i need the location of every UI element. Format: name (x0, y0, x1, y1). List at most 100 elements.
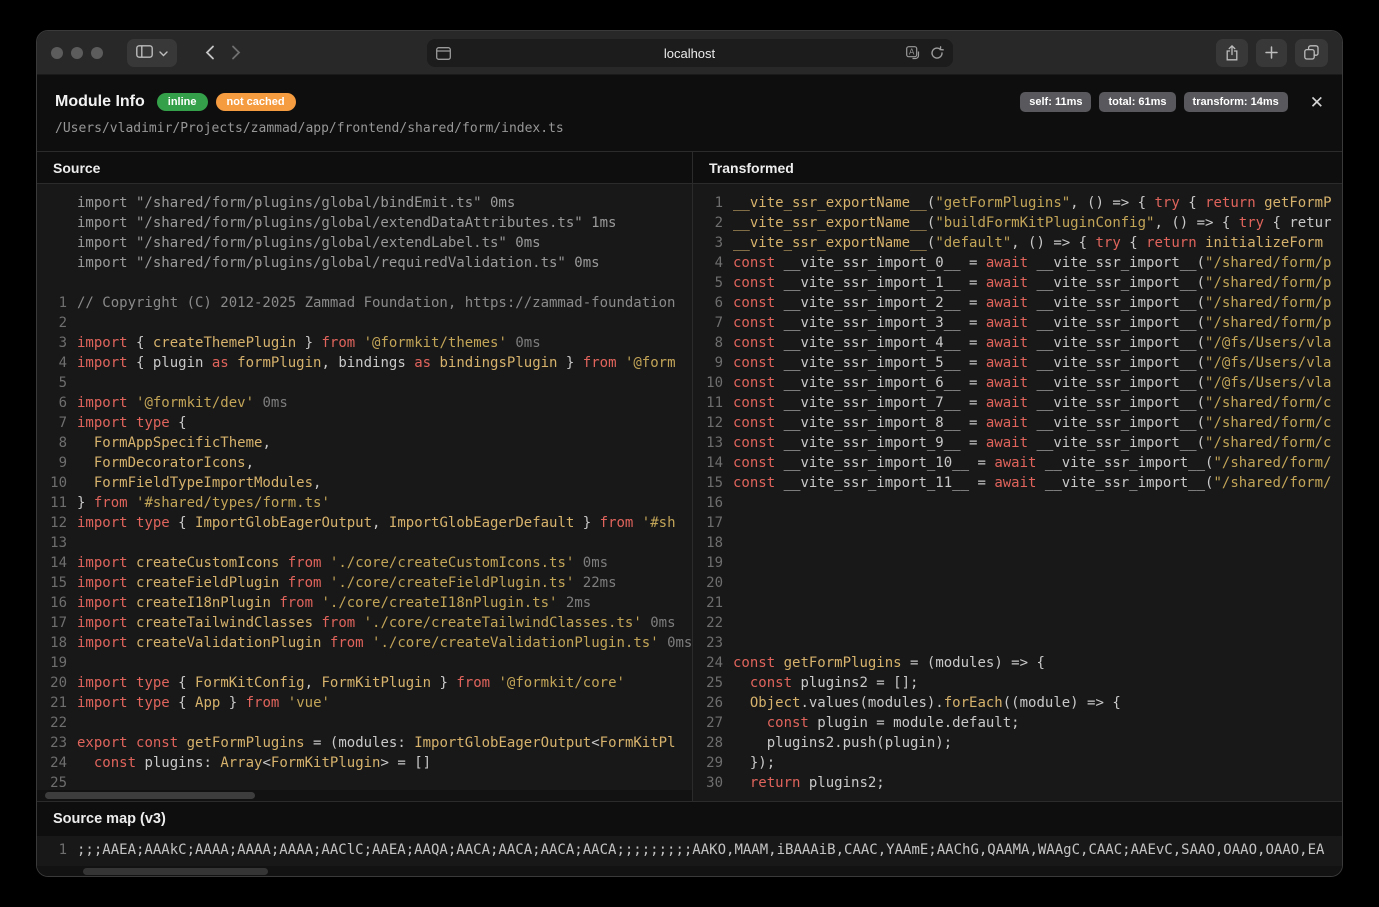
line-number: 14 (693, 453, 723, 473)
code-text: FormAppSpecificTheme, (67, 433, 271, 453)
line-number: 6 (37, 393, 67, 413)
code-text: __vite_ssr_exportName__("buildFormKitPlu… (723, 213, 1332, 233)
line-number: 10 (37, 473, 67, 493)
code-line: 14const __vite_ssr_import_10__ = await _… (693, 453, 1342, 473)
code-text: import createCustomIcons from './core/cr… (67, 553, 608, 573)
code-text: import "/shared/form/plugins/global/bind… (67, 193, 515, 213)
source-code[interactable]: import "/shared/form/plugins/global/bind… (37, 184, 692, 790)
timing-badges: self: 11ms total: 61ms transform: 14ms ✕ (1020, 92, 1324, 112)
line-number: 12 (693, 413, 723, 433)
code-text: import { createThemePlugin } from '@form… (67, 333, 541, 353)
sidebar-toggle-button[interactable] (127, 39, 177, 67)
close-window-button[interactable] (51, 47, 63, 59)
sidebar-icon (136, 45, 153, 61)
code-text: const __vite_ssr_import_5__ = await __vi… (723, 353, 1331, 373)
transformed-panel-title: Transformed (693, 152, 1342, 184)
forward-button[interactable] (231, 45, 241, 60)
sourcemap-horizontal-scrollbar[interactable] (37, 866, 1342, 877)
share-button[interactable] (1216, 39, 1248, 67)
code-text: import "/shared/form/plugins/global/exte… (67, 213, 616, 233)
code-line: 5const __vite_ssr_import_1__ = await __v… (693, 273, 1342, 293)
line-number: 18 (693, 533, 723, 553)
module-info-header: Module Info inline not cached self: 11ms… (37, 75, 1342, 112)
code-line: 16 (693, 493, 1342, 513)
code-text: const __vite_ssr_import_0__ = await __vi… (723, 253, 1331, 273)
code-text: import type { (67, 413, 187, 433)
line-number (37, 253, 67, 273)
code-line: 2 (37, 313, 692, 333)
minimize-window-button[interactable] (71, 47, 83, 59)
code-text: import createValidationPlugin from './co… (67, 633, 692, 653)
code-line: 7const __vite_ssr_import_3__ = await __v… (693, 313, 1342, 333)
reader-icon[interactable] (436, 47, 451, 60)
code-text (723, 513, 733, 533)
code-text: __vite_ssr_exportName__("default", () =>… (723, 233, 1323, 253)
reload-icon[interactable] (930, 46, 944, 60)
code-text: ;;;AAEA;AAAkC;AAAA;AAAA;AAAA;AAClC;AAEA;… (67, 840, 1324, 860)
code-line: 16import createI18nPlugin from './core/c… (37, 593, 692, 613)
line-number: 13 (37, 533, 67, 553)
line-number: 5 (693, 273, 723, 293)
line-number: 16 (693, 493, 723, 513)
address-bar[interactable]: localhost A (427, 39, 953, 67)
line-number: 21 (37, 693, 67, 713)
code-line: 21 (693, 593, 1342, 613)
code-text (67, 273, 77, 293)
line-number: 29 (693, 753, 723, 773)
line-number: 18 (37, 633, 67, 653)
code-text: const __vite_ssr_import_4__ = await __vi… (723, 333, 1331, 353)
module-inspector-page: Module Info inline not cached self: 11ms… (37, 75, 1342, 877)
code-text: __vite_ssr_exportName__("getFormPlugins"… (723, 193, 1332, 213)
zoom-window-button[interactable] (91, 47, 103, 59)
code-text: const plugin = module.default; (723, 713, 1020, 733)
code-line: import "/shared/form/plugins/global/exte… (37, 213, 692, 233)
close-button[interactable]: ✕ (1310, 94, 1324, 111)
line-number: 20 (37, 673, 67, 693)
line-number: 28 (693, 733, 723, 753)
line-number: 24 (693, 653, 723, 673)
line-number: 8 (693, 333, 723, 353)
line-number: 11 (693, 393, 723, 413)
code-line: 13const __vite_ssr_import_9__ = await __… (693, 433, 1342, 453)
new-tab-button[interactable] (1256, 39, 1287, 67)
line-number: 8 (37, 433, 67, 453)
line-number: 19 (37, 653, 67, 673)
line-number: 24 (37, 753, 67, 773)
code-text: FormDecoratorIcons, (67, 453, 254, 473)
tab-overview-button[interactable] (1295, 39, 1328, 67)
line-number: 23 (37, 733, 67, 753)
line-number: 26 (693, 693, 723, 713)
code-line: 19 (693, 553, 1342, 573)
code-line: 6import '@formkit/dev' 0ms (37, 393, 692, 413)
code-line: 20import type { FormKitConfig, FormKitPl… (37, 673, 692, 693)
sourcemap-code[interactable]: 1;;;AAEA;AAAkC;AAAA;AAAA;AAAA;AAClC;AAEA… (37, 836, 1342, 866)
code-text: return plugins2; (723, 773, 885, 793)
code-text (723, 553, 733, 573)
source-scrollbar-thumb[interactable] (45, 792, 255, 799)
code-line: 11const __vite_ssr_import_7__ = await __… (693, 393, 1342, 413)
source-horizontal-scrollbar[interactable] (37, 790, 692, 801)
code-text (723, 633, 733, 653)
code-panes: Source import "/shared/form/plugins/glob… (37, 151, 1342, 801)
sourcemap-scrollbar-thumb[interactable] (83, 868, 268, 875)
code-line: 15import createFieldPlugin from './core/… (37, 573, 692, 593)
translate-icon[interactable]: A (906, 46, 922, 60)
line-number: 15 (693, 473, 723, 493)
line-number: 3 (693, 233, 723, 253)
code-text: const __vite_ssr_import_3__ = await __vi… (723, 313, 1331, 333)
code-text (723, 533, 733, 553)
code-text: import "/shared/form/plugins/global/exte… (67, 233, 541, 253)
line-number: 4 (693, 253, 723, 273)
line-number: 11 (37, 493, 67, 513)
line-number: 19 (693, 553, 723, 573)
back-button[interactable] (205, 45, 215, 60)
code-text (723, 573, 733, 593)
code-text (723, 493, 733, 513)
line-number: 21 (693, 593, 723, 613)
code-text (723, 613, 733, 633)
transformed-code[interactable]: 1__vite_ssr_exportName__("getFormPlugins… (693, 184, 1342, 801)
code-line: 10 FormFieldTypeImportModules, (37, 473, 692, 493)
line-number: 25 (693, 673, 723, 693)
line-number: 22 (693, 613, 723, 633)
code-line: 9const __vite_ssr_import_5__ = await __v… (693, 353, 1342, 373)
